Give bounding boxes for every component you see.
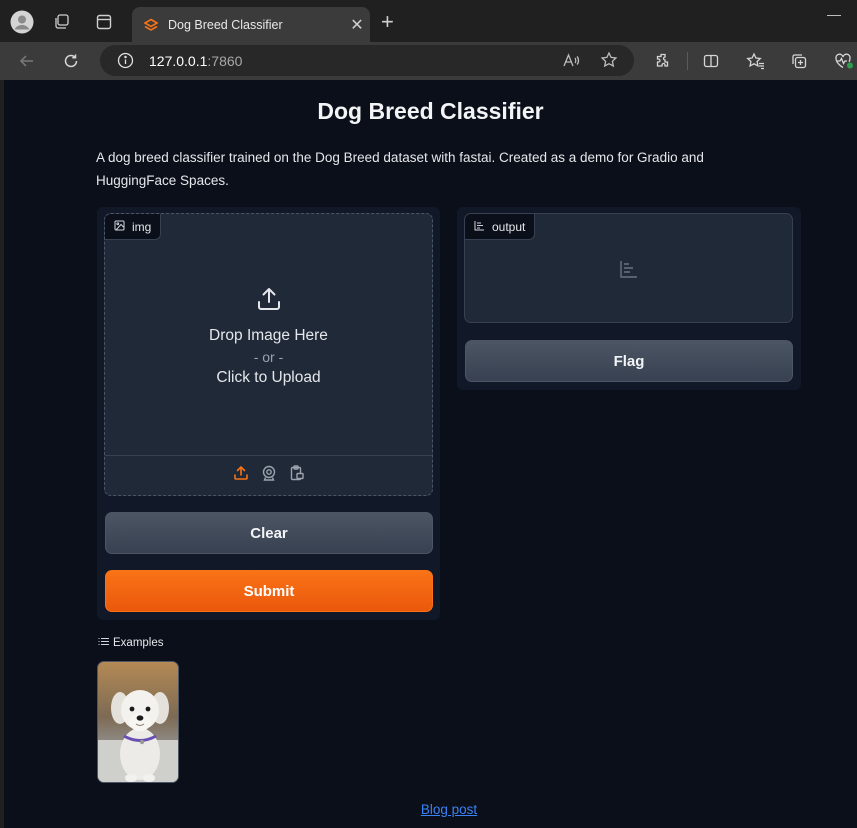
output-panel: output Flag xyxy=(457,207,801,390)
clear-button[interactable]: Clear xyxy=(105,512,433,554)
submit-button[interactable]: Submit xyxy=(105,570,433,612)
tab-title: Dog Breed Classifier xyxy=(168,17,283,32)
page-viewport: Dog Breed Classifier A dog breed classif… xyxy=(4,80,857,828)
browser-titlebar: Dog Breed Classifier ✕ + — xyxy=(0,0,857,42)
output-label: output xyxy=(465,214,536,240)
click-to-upload-text: Click to Upload xyxy=(216,369,321,386)
output-label-text: output xyxy=(492,219,526,234)
page-title: Dog Breed Classifier xyxy=(317,98,544,124)
examples-label-text: Examples xyxy=(113,637,164,649)
source-clipboard-icon[interactable] xyxy=(289,465,305,486)
browser-essentials-icon[interactable] xyxy=(831,49,857,73)
address-bar[interactable]: 127.0.0.1:7860 xyxy=(100,45,634,76)
input-panel: img Drop Image Here - or - Click to Uplo… xyxy=(97,207,440,620)
back-icon[interactable] xyxy=(14,49,40,73)
label-output: output xyxy=(464,213,793,323)
app-description: A dog breed classifier trained on the Do… xyxy=(96,150,704,188)
image-upload-dropzone[interactable]: img Drop Image Here - or - Click to Uplo… xyxy=(104,213,433,496)
url-host: 127.0.0.1 xyxy=(149,52,208,69)
read-aloud-icon[interactable] xyxy=(562,52,580,74)
source-webcam-icon[interactable] xyxy=(261,465,277,486)
upload-icon xyxy=(256,288,282,316)
extensions-icon[interactable] xyxy=(650,49,676,73)
list-icon xyxy=(98,637,109,649)
browser-toolbar: 127.0.0.1:7860 xyxy=(0,42,857,80)
upload-prompt: Drop Image Here - or - Click to Upload xyxy=(105,286,432,387)
favorites-icon[interactable] xyxy=(742,49,768,73)
new-tab-icon[interactable]: + xyxy=(381,10,394,34)
flag-button[interactable]: Flag xyxy=(465,340,793,382)
blog-post-link[interactable]: Blog post xyxy=(4,802,857,817)
gradio-favicon-icon xyxy=(143,18,159,32)
vertical-tabs-icon[interactable] xyxy=(91,9,117,35)
source-upload-icon[interactable] xyxy=(233,465,249,486)
or-text: - or - xyxy=(253,349,284,365)
collections-icon[interactable] xyxy=(786,49,812,73)
toolbar-divider xyxy=(687,52,688,70)
image-input-label-text: img xyxy=(132,219,152,234)
site-info-icon[interactable] xyxy=(117,52,134,74)
browser-tab-active[interactable]: Dog Breed Classifier ✕ xyxy=(132,7,370,42)
source-selector xyxy=(105,455,432,495)
minimize-icon[interactable]: — xyxy=(827,6,841,22)
split-screen-icon[interactable] xyxy=(698,49,724,73)
url-port: :7860 xyxy=(207,52,243,69)
example-dog-image[interactable] xyxy=(97,661,179,783)
profile-avatar-icon[interactable] xyxy=(9,9,35,35)
image-input-label: img xyxy=(105,214,162,240)
empty-output-icon xyxy=(619,260,639,283)
favorite-star-icon[interactable] xyxy=(600,51,618,74)
image-icon xyxy=(114,220,125,234)
refresh-icon[interactable] xyxy=(58,49,84,73)
drop-image-text: Drop Image Here xyxy=(209,327,328,344)
chart-icon xyxy=(474,220,485,234)
url-text: 127.0.0.1:7860 xyxy=(149,53,242,69)
examples-header: Examples xyxy=(98,637,164,649)
tab-close-icon[interactable]: ✕ xyxy=(344,15,370,35)
workspaces-icon[interactable] xyxy=(49,9,75,35)
